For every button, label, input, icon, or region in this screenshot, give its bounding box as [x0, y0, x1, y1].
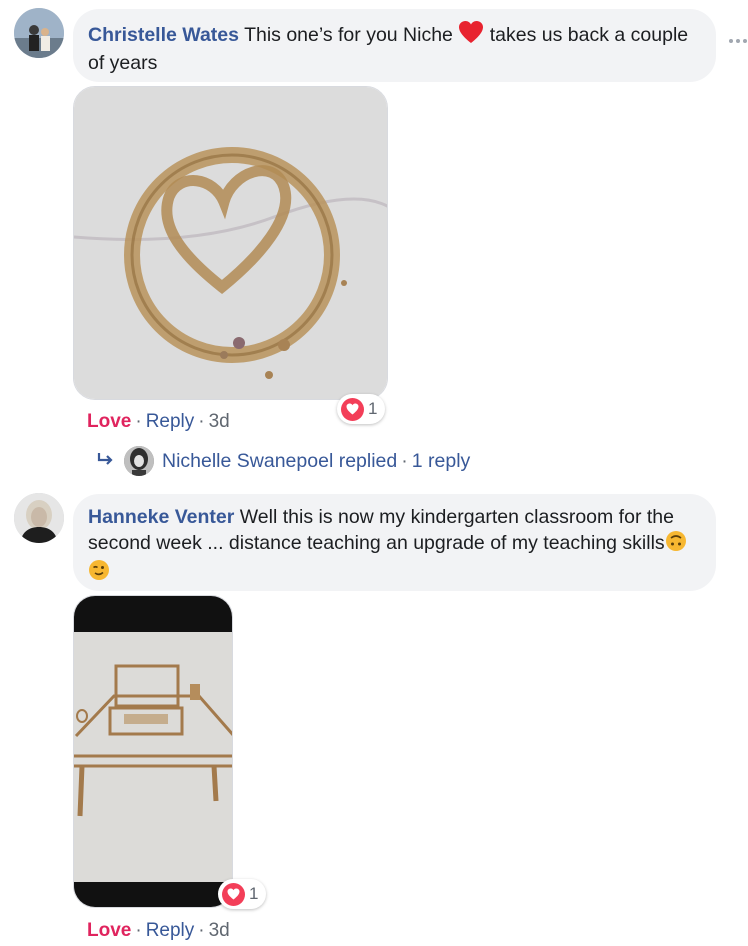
- reply-button[interactable]: Reply: [146, 920, 195, 941]
- love-reaction-icon: [222, 882, 245, 906]
- comment-photo-coffee-heart[interactable]: [73, 86, 388, 400]
- reaction-count-pill[interactable]: 1: [218, 879, 267, 909]
- avatar-christelle-wates[interactable]: [14, 8, 64, 58]
- comment-actions: Love · Reply · 3d: [87, 919, 230, 943]
- reaction-count: 1: [368, 399, 378, 418]
- comment-bubble: Hanneke Venter Well this is now my kinde…: [73, 494, 716, 591]
- view-replies-link[interactable]: Nichelle Swanepoel replied · 1 reply: [96, 446, 470, 476]
- comment-thread: Christelle Wates This one’s for you Nich…: [0, 0, 748, 946]
- comment-age[interactable]: 3d: [209, 920, 230, 941]
- comment-author-name[interactable]: Hanneke Venter: [88, 506, 234, 528]
- separator: ·: [135, 920, 142, 941]
- red-heart-emoji-icon: [458, 20, 484, 51]
- upside-down-face-emoji-icon: [665, 530, 687, 559]
- separator: ·: [135, 411, 142, 432]
- avatar-hanneke-venter[interactable]: [14, 493, 64, 543]
- love-reaction-icon: [341, 397, 364, 421]
- reply-button[interactable]: Reply: [146, 411, 195, 432]
- reply-arrow-icon: [96, 450, 116, 473]
- replier-name: Nichelle Swanepoel: [162, 449, 334, 472]
- comment-photo-coffee-desk-drawing[interactable]: [73, 595, 233, 908]
- comment-text: This one’s for you Niche: [244, 24, 453, 46]
- replier-avatar: [124, 446, 154, 476]
- more-options-button[interactable]: [729, 36, 748, 46]
- comment-age[interactable]: 3d: [209, 411, 230, 432]
- separator: ·: [198, 920, 205, 941]
- separator: ·: [401, 449, 408, 472]
- love-button[interactable]: Love: [87, 920, 131, 941]
- love-button[interactable]: Love: [87, 411, 131, 432]
- reaction-count-pill[interactable]: 1: [337, 394, 386, 424]
- comment-actions: Love · Reply · 3d: [87, 410, 230, 434]
- separator: ·: [198, 411, 205, 432]
- reply-count: 1 reply: [411, 449, 471, 472]
- winking-face-emoji-icon: [88, 559, 110, 588]
- replied-label: replied: [338, 449, 398, 472]
- comment-bubble: Christelle Wates This one’s for you Nich…: [73, 9, 716, 82]
- reaction-count: 1: [249, 884, 259, 903]
- comment-author-name[interactable]: Christelle Wates: [88, 24, 239, 46]
